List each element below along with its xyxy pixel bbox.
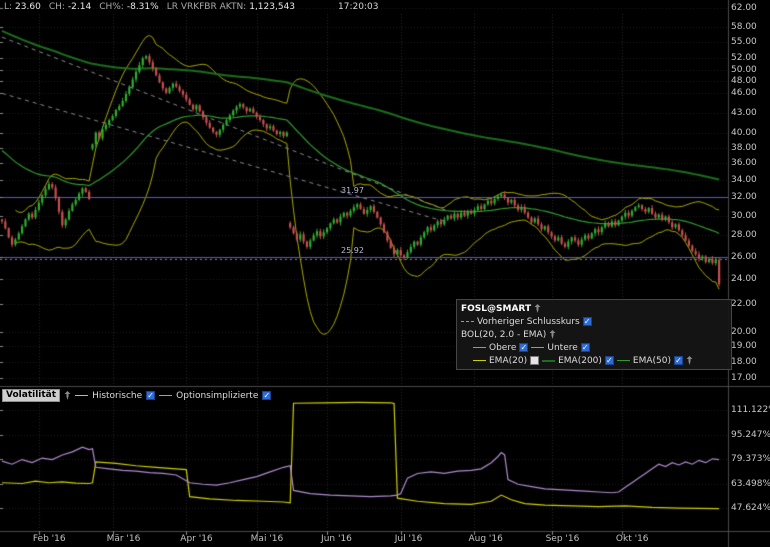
implied-swatch (159, 395, 172, 396)
upper-band-label: Obere (489, 343, 516, 353)
lower-band-label: Untere (547, 343, 577, 353)
clock: 17:20:03 (338, 2, 378, 12)
stat-value: -8.31% (127, 2, 159, 12)
stat-label: CH: (49, 2, 65, 12)
stat-value: 23.60 (15, 2, 41, 12)
price-axis-label: 58.00 (731, 22, 757, 32)
time-axis-label: Apr '16 (180, 534, 212, 544)
volatility-axis-label: 79.373% (731, 454, 770, 464)
quote-stats: L:23.60 CH:-2.14 CH%:-8.31% LR VRKFBR AKTN:… (4, 2, 303, 12)
historical-checkbox[interactable] (146, 391, 155, 400)
ema50-swatch (617, 360, 630, 361)
price-axis-label: 20.00 (731, 327, 757, 337)
price-axis-label: 40.00 (731, 128, 757, 138)
time-axis-label: Jul '16 (395, 534, 423, 544)
prev-close-label: Vorheriger Schlusskurs (477, 317, 580, 327)
time-axis-label: Jun '16 (321, 534, 352, 544)
price-axis-label: 30.00 (731, 211, 757, 221)
ema20-label: EMA(20) (489, 356, 527, 366)
price-axis-label: 19.00 (731, 341, 757, 351)
price-axis-label: 43.00 (731, 108, 757, 118)
price-axis-label: 34.00 (731, 175, 757, 185)
time-axis-label: Sep '16 (546, 534, 580, 544)
price-chart-canvas[interactable] (0, 0, 770, 547)
price-axis-label: 22.00 (731, 299, 757, 309)
price-axis-label: 46.00 (731, 88, 757, 98)
price-axis-label: 36.00 (731, 158, 757, 168)
historical-swatch (75, 395, 88, 396)
price-axis-label: 55.00 (731, 37, 757, 47)
volatility-axis-label: 111.122% (731, 405, 770, 415)
pin-icon[interactable] (686, 356, 693, 365)
bollinger-title: BOL(20, 2.0 - EMA) (461, 330, 546, 340)
price-axis-label: 26.00 (731, 252, 757, 262)
pin-icon[interactable] (534, 304, 541, 313)
ema50-checkbox[interactable] (674, 356, 683, 365)
upper-band-swatch (473, 347, 486, 348)
volatility-axis-label: 95.247% (731, 430, 770, 440)
stat-label: LR VRKFBR AKTN: (167, 2, 247, 12)
prev-close-swatch (461, 321, 474, 322)
price-axis-label: 18.00 (731, 357, 757, 367)
volatility-header: Volatilität Historische Optionsimplizier… (2, 389, 271, 402)
ema200-checkbox[interactable] (605, 356, 614, 365)
price-axis-label: 17.00 (731, 373, 757, 383)
symbol-label: FOSL@SMART (461, 304, 531, 314)
ema50-label: EMA(50) (633, 356, 671, 366)
ema20-swatch (473, 360, 486, 361)
price-axis-label: 48.00 (731, 76, 757, 86)
upper-band-checkbox[interactable] (519, 343, 528, 352)
time-axis-label: Okt '16 (616, 534, 649, 544)
volatility-axis-label: 63.498% (731, 479, 770, 489)
time-axis-label: Feb '16 (33, 534, 66, 544)
pin-icon[interactable] (64, 391, 71, 400)
implied-checkbox[interactable] (262, 391, 271, 400)
volatility-axis-label: 47.624% (731, 503, 770, 513)
hline-label-lower: 25.92 (341, 246, 364, 255)
time-axis-label: Aug '16 (468, 534, 502, 544)
hline-label-upper: 31.97 (341, 186, 364, 195)
prev-close-checkbox[interactable] (583, 317, 592, 326)
volatility-title[interactable]: Volatilität (2, 389, 60, 402)
price-axis-label: 32.00 (731, 192, 757, 202)
stat-label: CH%: (99, 2, 124, 12)
ema200-label: EMA(200) (558, 356, 602, 366)
historical-label: Historische (92, 391, 142, 401)
price-axis-label: 52.00 (731, 53, 757, 63)
chart-window: L:23.60 CH:-2.14 CH%:-8.31% LR VRKFBR AKTN:… (0, 0, 770, 547)
price-axis-label: 24.00 (731, 274, 757, 284)
time-axis-label: Mär '16 (107, 534, 141, 544)
lower-band-swatch (531, 347, 544, 348)
ema200-swatch (542, 360, 555, 362)
legend-panel: FOSL@SMART Vorheriger Schlusskurs BOL(20… (456, 299, 732, 370)
price-axis-label: 38.00 (731, 143, 757, 153)
lower-band-checkbox[interactable] (581, 343, 590, 352)
time-axis-label: Mai '16 (251, 534, 284, 544)
price-axis-label: 50.00 (731, 65, 757, 75)
stat-value: -2.14 (68, 2, 91, 12)
ema20-checkbox[interactable] (530, 356, 539, 365)
price-axis-label: 28.00 (731, 230, 757, 240)
stat-value: 1,123,543 (249, 2, 295, 12)
pin-icon[interactable] (549, 330, 556, 339)
stat-label: L: (4, 2, 12, 12)
implied-label: Optionsimplizierte (176, 391, 258, 401)
price-axis-label: 62.00 (731, 3, 757, 13)
